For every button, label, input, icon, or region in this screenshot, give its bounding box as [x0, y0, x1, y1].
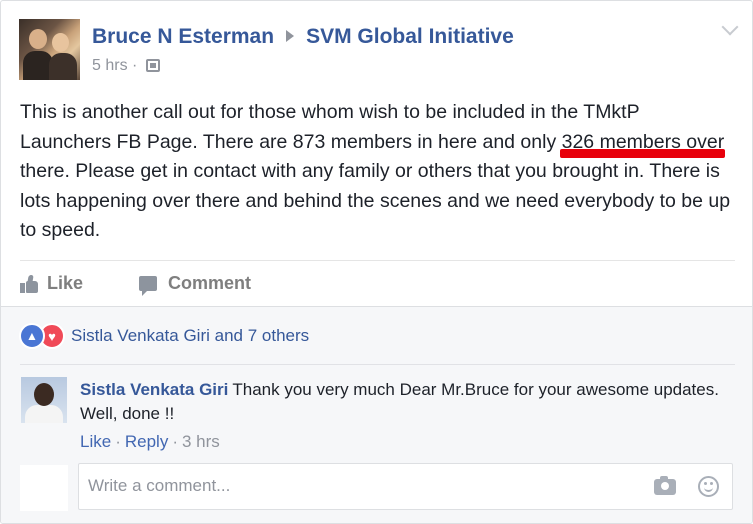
thumbs-up-icon	[20, 274, 38, 293]
reactions-summary[interactable]: ▲ ♥ Sistla Venkata Giri and 7 others	[19, 323, 309, 349]
post-header: Bruce N Esterman SVM Global Initiative	[92, 25, 514, 49]
chevron-down-icon[interactable]	[721, 18, 739, 36]
avatar-person-1-face	[29, 29, 47, 49]
comment-actions: Like · Reply · 3 hrs	[80, 432, 220, 452]
audience-icon[interactable]	[145, 59, 160, 72]
comment-composer[interactable]	[78, 463, 733, 510]
commenter-name-link[interactable]: Sistla Venkata Giri	[80, 380, 228, 399]
post-card: Bruce N Esterman SVM Global Initiative 5 …	[0, 0, 753, 524]
comment: Sistla Venkata Giri Thank you very much D…	[80, 378, 720, 426]
commenter-avatar-face	[34, 383, 54, 406]
group-name-link[interactable]: SVM Global Initiative	[306, 25, 514, 48]
emoji-icon[interactable]	[698, 476, 719, 497]
author-name-link[interactable]: Bruce N Esterman	[92, 25, 274, 48]
like-button[interactable]: Like	[20, 273, 83, 294]
post-timestamp[interactable]: 5 hrs	[92, 57, 128, 74]
meta-separator: ·	[132, 57, 138, 74]
commenter-avatar[interactable]	[21, 377, 67, 423]
avatar-person-2-body	[49, 53, 77, 80]
comment-button[interactable]: Comment	[139, 273, 252, 296]
comment-actions-separator: ·	[115, 432, 121, 451]
like-button-label: Like	[47, 273, 84, 293]
comment-input[interactable]	[88, 476, 628, 496]
author-avatar[interactable]	[19, 19, 80, 80]
red-underline-annotation	[560, 149, 725, 158]
camera-icon[interactable]	[654, 476, 676, 495]
current-user-avatar	[20, 465, 68, 511]
post-meta: 5 hrs ·	[92, 57, 160, 75]
commenter-avatar-shirt	[25, 405, 63, 423]
comment-timestamp[interactable]: 3 hrs	[182, 432, 220, 451]
comment-bubble-icon	[139, 276, 157, 296]
avatar-person-2-face	[52, 33, 69, 52]
reactions-divider	[20, 364, 735, 365]
actions-divider	[20, 260, 735, 261]
comment-reply-link[interactable]: Reply	[125, 432, 168, 451]
arrow-right-icon	[286, 30, 295, 43]
like-reaction-icon: ▲	[19, 323, 45, 349]
comment-button-label: Comment	[168, 273, 252, 293]
comment-like-link[interactable]: Like	[80, 432, 111, 451]
reactions-summary-text[interactable]: Sistla Venkata Giri and 7 others	[71, 326, 309, 346]
post-body-text: This is another call out for those whom …	[20, 101, 731, 241]
comment-actions-separator: ·	[172, 432, 178, 451]
